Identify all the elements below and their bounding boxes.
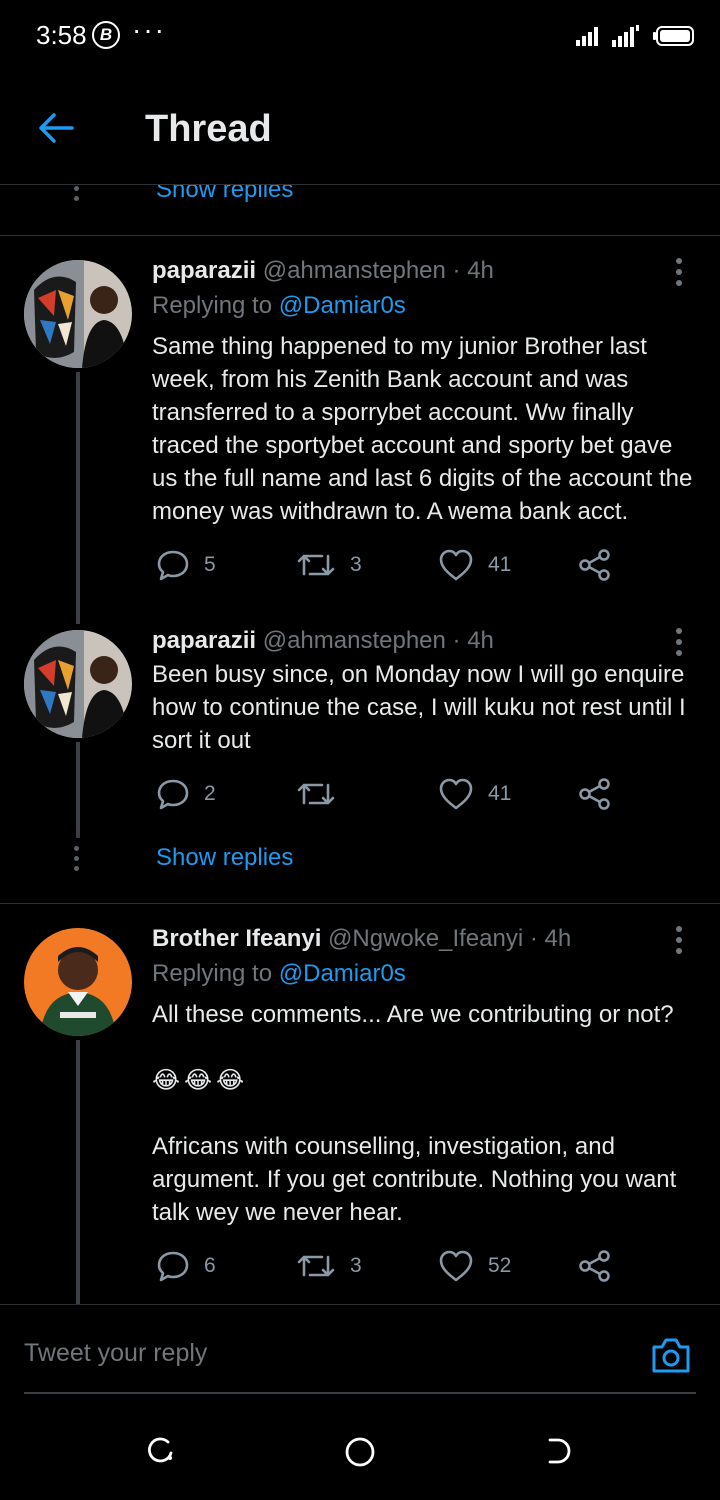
- retweet-button[interactable]: [296, 777, 350, 811]
- b-app-icon: B: [92, 21, 120, 49]
- reply-button[interactable]: 5: [156, 548, 216, 582]
- tweet-actions: 2 41: [152, 777, 652, 817]
- like-count: 41: [488, 782, 512, 805]
- reply-composer: Tweet your reply: [0, 1304, 720, 1395]
- avatar-image: [24, 260, 132, 368]
- display-name[interactable]: Brother Ifeanyi: [152, 925, 321, 952]
- reply-input[interactable]: Tweet your reply: [24, 1339, 207, 1368]
- show-replies-link[interactable]: Show replies: [156, 844, 293, 872]
- retweet-icon: [297, 554, 335, 576]
- camera-icon[interactable]: [650, 1335, 692, 1375]
- like-button[interactable]: 52: [438, 1249, 511, 1283]
- reply-button[interactable]: 6: [156, 1249, 216, 1283]
- thread-header: Thread: [0, 72, 720, 185]
- like-icon: [439, 549, 473, 581]
- handle-time: @ahmanstephen · 4h: [262, 257, 494, 284]
- tweet-header: Brother Ifeanyi @Ngwoke_Ifeanyi · 4h: [152, 925, 571, 953]
- share-icon: [579, 1250, 610, 1282]
- reply-underline: [24, 1392, 696, 1394]
- like-button[interactable]: 41: [438, 777, 511, 811]
- share-button[interactable]: [578, 777, 612, 811]
- signal-icon: [576, 27, 598, 46]
- tweet-text: All these comments... Are we contributin…: [152, 1001, 674, 1028]
- avatar-image: [24, 928, 132, 1036]
- status-icons: [576, 24, 696, 48]
- status-time: 3:58: [36, 20, 87, 50]
- retweet-count: 3: [350, 1254, 362, 1277]
- reply-icon: [157, 779, 189, 810]
- retweet-button[interactable]: 3: [296, 548, 362, 582]
- signal-4g-icon: [612, 25, 639, 47]
- thread-line: [76, 1040, 80, 1304]
- mention-link[interactable]: @Damiar0s: [279, 292, 406, 319]
- share-button[interactable]: [578, 548, 612, 582]
- avatar[interactable]: [24, 630, 132, 738]
- thread-continuation-dots: [74, 846, 79, 876]
- replying-to: Replying to @Damiar0s: [152, 960, 406, 988]
- tweet-text: Africans with counselling, investigation…: [152, 1133, 683, 1226]
- more-icon[interactable]: [676, 628, 684, 661]
- reply-count: 6: [204, 1254, 216, 1277]
- divider: [0, 903, 720, 904]
- replying-prefix: Replying to: [152, 292, 273, 319]
- reply-icon: [157, 550, 189, 581]
- back-icon[interactable]: [546, 1436, 574, 1466]
- thread-line: [76, 742, 80, 838]
- thread-line: [76, 372, 80, 624]
- divider: [0, 235, 720, 236]
- handle-time: @ahmanstephen · 4h: [262, 627, 494, 654]
- avatar[interactable]: [24, 928, 132, 1036]
- mention-link[interactable]: @Damiar0s: [279, 960, 406, 987]
- reply-count: 5: [204, 553, 216, 576]
- more-icon[interactable]: [676, 258, 684, 291]
- notification-dots: ···: [132, 14, 166, 45]
- share-icon: [579, 549, 610, 581]
- status-bar: 3:58 B ···: [0, 0, 720, 72]
- retweet-count: 3: [350, 553, 362, 576]
- retweet-icon: [297, 783, 335, 805]
- retweet-icon: [297, 1255, 335, 1277]
- retweet-button[interactable]: 3: [296, 1249, 362, 1283]
- tweet-header: paparazii @ahmanstephen · 4h: [152, 257, 494, 285]
- system-nav-bar: [0, 1400, 720, 1500]
- reply-icon: [157, 1251, 189, 1282]
- battery-icon: [653, 26, 694, 46]
- tweet-actions: 6 3 52: [152, 1249, 652, 1289]
- tweet-actions: 5 3 41: [152, 548, 652, 588]
- avatar-image: [24, 630, 132, 738]
- display-name[interactable]: paparazii: [152, 257, 256, 284]
- recents-icon[interactable]: [146, 1436, 176, 1466]
- back-arrow-icon[interactable]: [36, 110, 76, 146]
- like-count: 41: [488, 553, 512, 576]
- tweet-text: Same thing happened to my junior Brother…: [152, 333, 700, 525]
- thread-continuation-dots: [74, 186, 79, 206]
- like-count: 52: [488, 1254, 512, 1277]
- more-icon[interactable]: [676, 926, 684, 959]
- display-name[interactable]: paparazii: [152, 627, 256, 654]
- tweet-emoji: 😂😂😂: [152, 1067, 249, 1094]
- replying-prefix: Replying to: [152, 960, 273, 987]
- avatar[interactable]: [24, 260, 132, 368]
- tweet-header: paparazii @ahmanstephen · 4h: [152, 627, 494, 655]
- reply-count: 2: [204, 782, 216, 805]
- home-icon[interactable]: [344, 1436, 376, 1468]
- share-icon: [579, 778, 610, 810]
- like-button[interactable]: 41: [438, 548, 511, 582]
- like-icon: [439, 778, 473, 810]
- tweet-text: Been busy since, on Monday now I will go…: [152, 661, 693, 754]
- page-title: Thread: [145, 108, 272, 150]
- share-button[interactable]: [578, 1249, 612, 1283]
- like-icon: [439, 1250, 473, 1282]
- replying-to: Replying to @Damiar0s: [152, 292, 406, 320]
- reply-button[interactable]: 2: [156, 777, 216, 811]
- handle-time: @Ngwoke_Ifeanyi · 4h: [328, 925, 572, 952]
